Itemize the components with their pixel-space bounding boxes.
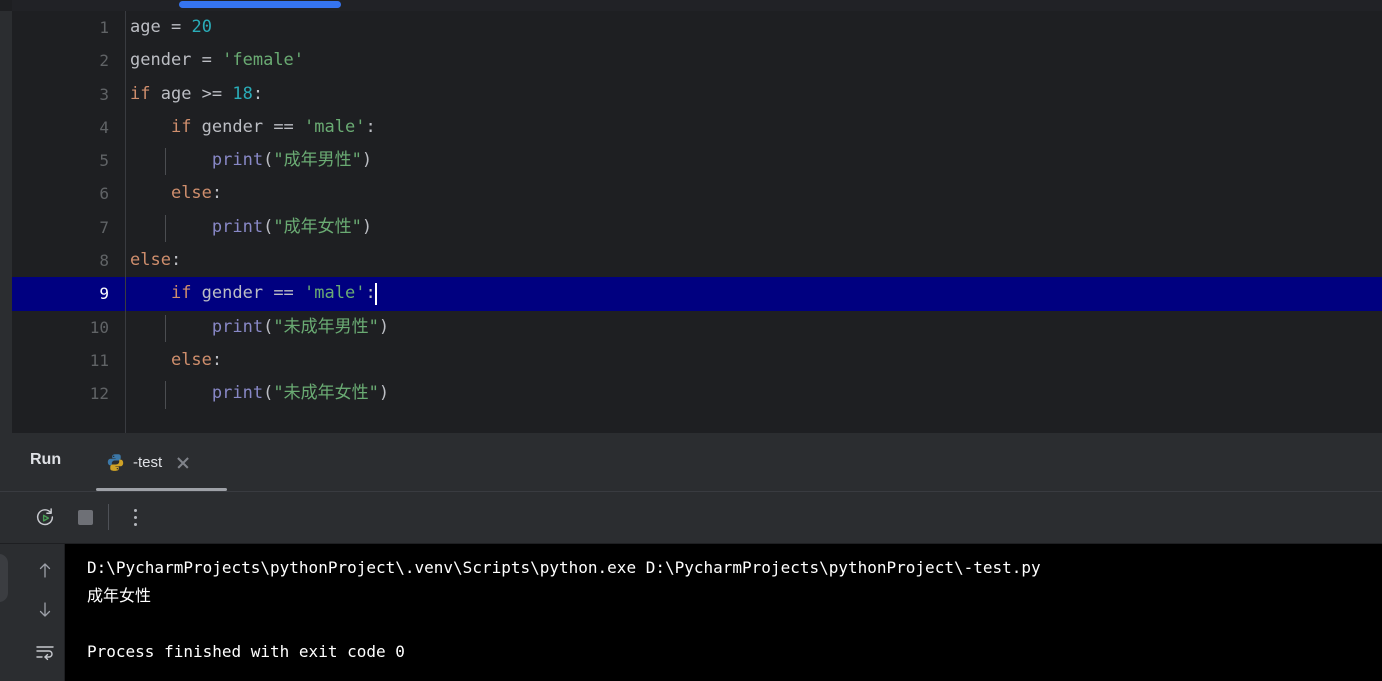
soft-wrap-icon — [36, 646, 54, 661]
line-number: 6 — [99, 184, 109, 204]
code-line[interactable]: 2 gender = 'female' — [12, 44, 1382, 77]
active-tab-indicator — [96, 488, 227, 491]
line-number: 12 — [89, 384, 109, 404]
code-text: else: — [130, 250, 182, 271]
code-line[interactable]: 6 else: — [12, 177, 1382, 210]
run-toolbar — [0, 492, 1382, 544]
rerun-button[interactable] — [28, 500, 62, 534]
code-editor[interactable]: 1 age = 20 2 gender = 'female' 3 if age >= 18… — [0, 11, 1382, 433]
run-header: Run -test — [0, 433, 1382, 492]
editor-surface[interactable]: 1 age = 20 2 gender = 'female' 3 if age >= 18… — [12, 11, 1382, 433]
console-line: D:\PycharmProjects\pythonProject\.venv\S… — [87, 558, 1041, 577]
console-line: 成年女性 — [87, 586, 152, 605]
toolbar-divider — [108, 504, 109, 530]
pycharm-window: 2025/02/13 16:25研发部B2FB高薪2025/02/13 16:2… — [0, 0, 1382, 681]
line-number: 8 — [99, 251, 109, 271]
code-line[interactable]: 4 if gender == 'male': — [12, 111, 1382, 144]
console-outer-gutter — [0, 544, 25, 681]
scroll-down-button[interactable] — [31, 596, 59, 624]
run-tab-label: -test — [133, 454, 163, 471]
scroll-down-icon — [39, 602, 51, 617]
line-number: 11 — [89, 350, 109, 370]
text-caret — [374, 283, 377, 306]
code-text: else: — [170, 349, 223, 370]
console-output[interactable]: D:\PycharmProjects\pythonProject\.venv\S… — [65, 544, 1382, 681]
code-line[interactable]: 12 print("未成年女性") — [12, 377, 1382, 410]
code-line[interactable]: 10 print("未成年男性") — [12, 311, 1382, 344]
line-number: 2 — [99, 51, 109, 71]
console-side-toolbar — [25, 544, 65, 681]
code-line[interactable]: 8 else: — [12, 244, 1382, 277]
code-text: gender = 'female' — [130, 50, 305, 71]
code-text: if age >= 18: — [130, 83, 264, 104]
line-number: 1 — [99, 18, 109, 37]
horizontal-scrollbar[interactable] — [179, 1, 341, 8]
run-window-title: Run — [30, 451, 62, 468]
line-number: 9 — [99, 284, 109, 304]
more-options-icon — [133, 508, 137, 526]
code-line[interactable]: 1 age = 20 — [12, 11, 1382, 44]
code-text: print("未成年女性") — [211, 383, 390, 404]
code-text: else: — [170, 183, 223, 204]
collapsed-tool-handle[interactable] — [0, 554, 8, 602]
code-line[interactable]: 11 else: — [12, 344, 1382, 377]
run-tool-window: Run -test D:\PycharmProjects\pythonProje… — [0, 433, 1382, 681]
line-number: 5 — [99, 151, 109, 171]
code-text: print("成年女性") — [211, 216, 373, 237]
code-line[interactable]: 5 print("成年男性") — [12, 144, 1382, 177]
code-text: if gender == 'male': — [170, 283, 376, 304]
python-icon — [107, 454, 124, 471]
run-configuration-tab[interactable]: -test — [96, 433, 227, 492]
code-line[interactable]: 7 print("成年女性") — [12, 211, 1382, 244]
close-icon[interactable] — [176, 456, 190, 470]
code-lines-container[interactable]: 1 age = 20 2 gender = 'female' 3 if age >= 18… — [12, 11, 1382, 411]
scroll-up-icon — [39, 563, 51, 578]
line-number: 10 — [89, 317, 109, 337]
run-console[interactable]: D:\PycharmProjects\pythonProject\.venv\S… — [0, 544, 1382, 681]
scroll-up-button[interactable] — [31, 556, 59, 584]
rerun-icon — [36, 508, 54, 526]
editor-top-strip — [0, 0, 1382, 11]
line-number: 4 — [99, 117, 109, 137]
code-text: print("成年男性") — [211, 150, 373, 171]
line-number: 3 — [99, 84, 109, 104]
editor-left-margin — [0, 11, 12, 433]
more-options-button[interactable] — [118, 500, 152, 534]
stop-button[interactable] — [68, 500, 102, 534]
stop-icon — [77, 509, 93, 525]
code-line[interactable]: 3 if age >= 18: — [12, 78, 1382, 111]
gutter-divider — [125, 11, 126, 433]
code-text: if gender == 'male': — [170, 116, 376, 137]
line-number: 7 — [99, 217, 109, 237]
code-line[interactable]: 9 if gender == 'male': — [12, 277, 1382, 311]
console-line: Process finished with exit code 0 — [87, 642, 405, 661]
code-text: age = 20 — [130, 17, 212, 37]
scrollbar-track — [12, 0, 1382, 11]
soft-wrap-button[interactable] — [31, 638, 59, 666]
code-text: print("未成年男性") — [211, 316, 390, 337]
